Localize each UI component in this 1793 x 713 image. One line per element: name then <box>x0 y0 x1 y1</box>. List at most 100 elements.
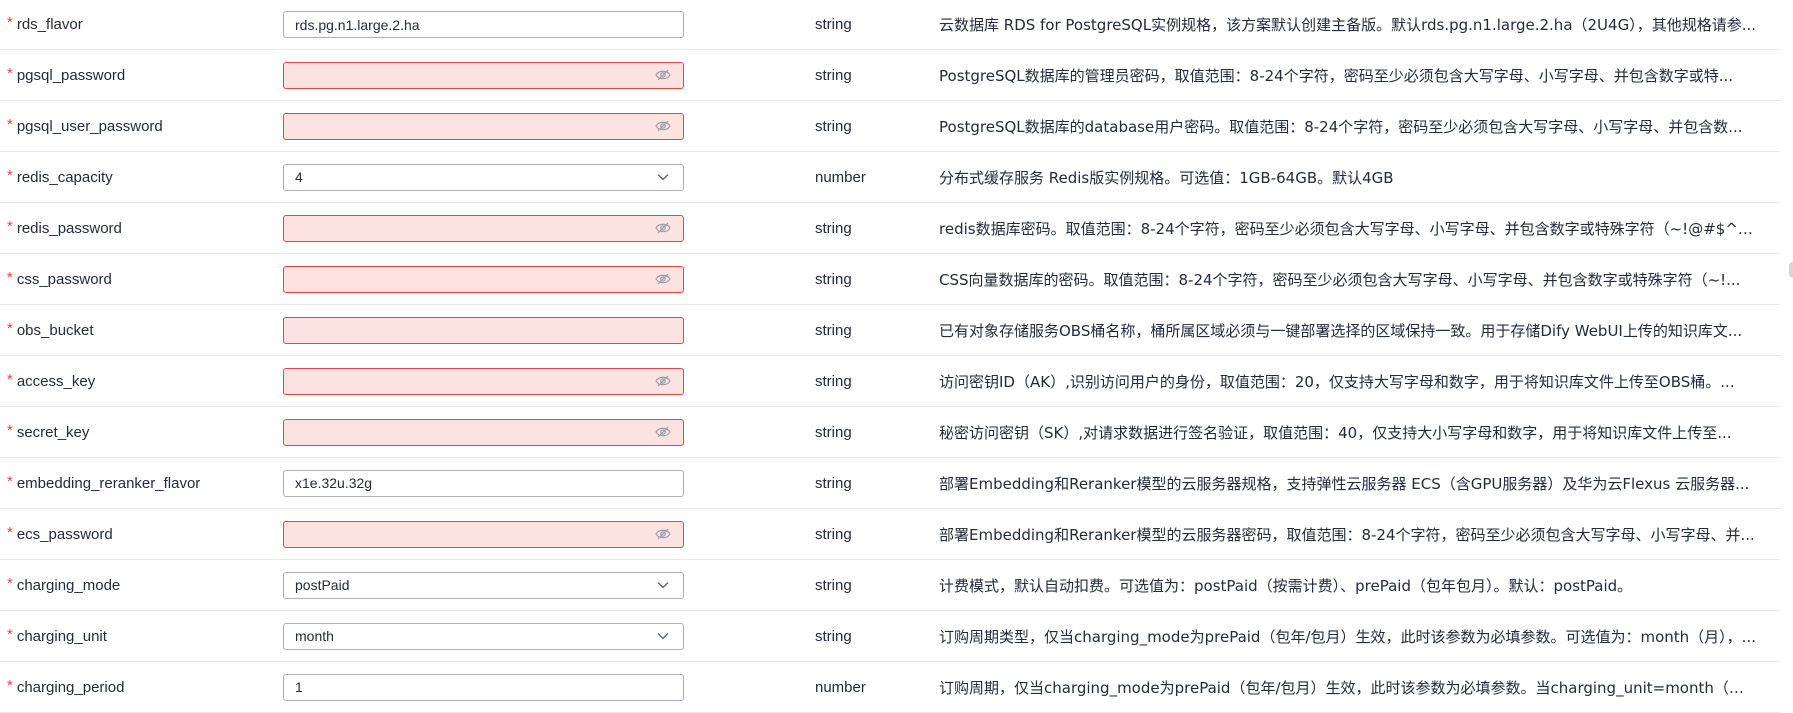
param-description: redis数据库密码。取值范围：8-24个字符，密码至少必须包含大写字母、小写字… <box>939 219 1757 238</box>
param-value: 1 <box>295 679 303 695</box>
param-name: secret_key <box>16 423 90 441</box>
param-value-input[interactable]: 1 <box>283 673 684 701</box>
param-type: string <box>815 627 852 645</box>
param-name-cell: * secret_key <box>7 407 277 457</box>
param-name-cell: * redis_password <box>7 203 277 253</box>
eye-off-icon[interactable] <box>655 120 671 132</box>
required-marker: * <box>7 523 13 541</box>
table-row: * pgsql_password string PostgreSQL数据库的管理… <box>0 50 1780 101</box>
param-name: charging_unit <box>16 627 107 645</box>
param-value: month <box>295 628 334 644</box>
param-value-select[interactable]: postPaid <box>283 571 684 599</box>
password-input[interactable] <box>283 265 684 293</box>
param-type: number <box>815 678 866 696</box>
param-value: 4 <box>295 169 303 185</box>
param-description: 云数据库 RDS for PostgreSQL实例规格，该方案默认创建主备版。默… <box>939 16 1757 34</box>
param-name-cell: * rds_flavor <box>7 0 277 49</box>
param-description: PostgreSQL数据库的database用户密码。取值范围：8-24个字符，… <box>939 117 1743 136</box>
param-value-select[interactable]: 4 <box>283 163 684 191</box>
table-row: * charging_unit month string 订购周期类型，仅当ch… <box>0 611 1780 662</box>
required-marker: * <box>7 421 13 439</box>
table-row: * ecs_password string 部署Embedding和Rerank… <box>0 509 1780 560</box>
param-type: string <box>815 423 852 441</box>
password-input[interactable] <box>283 520 684 548</box>
required-marker: * <box>7 115 13 133</box>
param-type: string <box>815 474 852 492</box>
param-name: pgsql_user_password <box>16 117 163 135</box>
param-name-cell: * obs_bucket <box>7 305 277 355</box>
table-row: * pgsql_user_password string PostgreSQL数… <box>0 101 1780 152</box>
param-name: pgsql_password <box>16 66 126 84</box>
param-description: 订购周期，仅当charging_mode为prePaid（包年/包月）生效，此时… <box>939 678 1757 697</box>
eye-off-icon[interactable] <box>655 426 671 438</box>
param-name-cell: * pgsql_user_password <box>7 101 277 151</box>
eye-off-icon[interactable] <box>655 69 671 81</box>
password-input[interactable] <box>283 112 684 140</box>
param-description: 已有对象存储服务OBS桶名称，桶所属区域必须与一键部署选择的区域保持一致。用于存… <box>939 321 1743 340</box>
param-value-input[interactable]: rds.pg.n1.large.2.ha <box>283 11 684 38</box>
param-name-cell: * pgsql_password <box>7 50 277 100</box>
param-name-cell: * access_key <box>7 356 277 406</box>
param-value-input[interactable]: x1e.32u.32g <box>283 469 684 497</box>
required-marker: * <box>7 14 13 31</box>
param-description: 秘密访问密钥（SK）,对请求数据进行签名验证，取值范围：40，仅支持大小写字母和… <box>939 423 1732 442</box>
required-marker: * <box>7 625 13 643</box>
eye-off-icon[interactable] <box>655 528 671 540</box>
eye-off-icon[interactable] <box>655 273 671 285</box>
table-row: * embedding_reranker_flavor x1e.32u.32g … <box>0 458 1780 509</box>
required-marker: * <box>7 319 13 337</box>
eye-off-icon[interactable] <box>655 375 671 387</box>
required-marker: * <box>7 472 13 490</box>
table-row: * css_password string CSS向量数据库的密码。取值范围：8… <box>0 254 1780 305</box>
param-name: charging_mode <box>16 576 121 594</box>
param-type: number <box>815 168 866 186</box>
param-description: 访问密钥ID（AK）,识别访问用户的身份，取值范围：20，仅支持大写字母和数字，… <box>939 372 1735 391</box>
param-name: obs_bucket <box>16 321 94 339</box>
param-type: string <box>815 66 852 84</box>
param-name-cell: * charging_mode <box>7 560 277 610</box>
table-row: * charging_period 1 number 订购周期，仅当chargi… <box>0 662 1780 713</box>
table-row: * redis_password string redis数据库密码。取值范围：… <box>0 203 1780 254</box>
param-type: string <box>815 321 852 339</box>
param-type: string <box>815 117 852 135</box>
table-row: * access_key string 访问密钥ID（AK）,识别访问用户的身份… <box>0 356 1780 407</box>
param-type: string <box>815 219 852 237</box>
chevron-down-icon <box>657 582 669 589</box>
required-marker: * <box>7 64 13 82</box>
password-input[interactable] <box>283 418 684 446</box>
eye-off-icon[interactable] <box>655 222 671 234</box>
param-name-cell: * css_password <box>7 254 277 304</box>
param-name: css_password <box>16 270 112 288</box>
param-value-select[interactable]: month <box>283 622 684 650</box>
chevron-down-icon <box>657 633 669 640</box>
param-value: postPaid <box>295 577 350 593</box>
table-row: * rds_flavor rds.pg.n1.large.2.ha string… <box>0 0 1780 50</box>
param-name: access_key <box>16 372 96 390</box>
param-description: 部署Embedding和Reranker模型的云服务器规格，支持弹性云服务器 E… <box>939 474 1750 493</box>
parameter-table: * rds_flavor rds.pg.n1.large.2.ha string… <box>0 0 1780 713</box>
table-row: * obs_bucket string 已有对象存储服务OBS桶名称，桶所属区域… <box>0 305 1780 356</box>
password-input[interactable] <box>283 214 684 242</box>
param-description: 分布式缓存服务 Redis版实例规格。可选值：1GB-64GB。默认4GB <box>939 168 1394 187</box>
scroll-edge-handle[interactable] <box>1789 262 1793 278</box>
param-description: 部署Embedding和Reranker模型的云服务器密码，取值范围：8-24个… <box>939 525 1755 544</box>
password-input[interactable] <box>283 367 684 395</box>
required-marker: * <box>7 370 13 388</box>
param-type: string <box>815 16 852 33</box>
param-name: ecs_password <box>16 525 113 543</box>
table-row: * redis_capacity 4 number 分布式缓存服务 Redis版… <box>0 152 1780 203</box>
param-value-input[interactable] <box>283 316 684 344</box>
param-description: 计费模式，默认自动扣费。可选值为：postPaid（按需计费）、prePaid（… <box>939 576 1633 595</box>
param-type: string <box>815 525 852 543</box>
param-description: 订购周期类型，仅当charging_mode为prePaid（包年/包月）生效，… <box>939 627 1756 646</box>
required-marker: * <box>7 217 13 235</box>
param-name-cell: * charging_unit <box>7 611 277 661</box>
param-value: x1e.32u.32g <box>295 475 373 491</box>
chevron-down-icon <box>657 174 669 181</box>
param-type: string <box>815 270 852 288</box>
param-description: CSS向量数据库的密码。取值范围：8-24个字符，密码至少必须包含大写字母、小写… <box>939 270 1741 289</box>
param-name-cell: * redis_capacity <box>7 152 277 202</box>
password-input[interactable] <box>283 61 684 89</box>
param-name: redis_password <box>16 219 122 237</box>
param-type: string <box>815 372 852 390</box>
